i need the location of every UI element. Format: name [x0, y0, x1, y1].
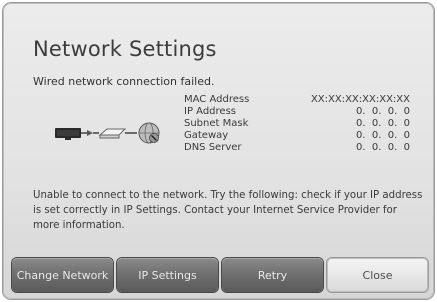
info-label: Subnet Mask: [184, 118, 249, 129]
info-label: DNS Server: [184, 142, 242, 153]
info-label: IP Address: [184, 106, 236, 117]
close-button[interactable]: Close: [327, 258, 428, 292]
dialog-title: Network Settings: [33, 37, 217, 61]
info-value: 0. 0. 0. 0: [355, 106, 410, 117]
info-label: Gateway: [184, 130, 229, 141]
info-row-ip: IP Address 0. 0. 0. 0: [184, 106, 410, 118]
info-row-gateway: Gateway 0. 0. 0. 0: [184, 130, 410, 142]
button-bar: Change Network IP Settings Retry Close: [12, 258, 428, 292]
ip-settings-button[interactable]: IP Settings: [117, 258, 218, 292]
retry-button[interactable]: Retry: [222, 258, 323, 292]
info-row-mac: MAC Address XX:XX:XX:XX:XX:XX: [184, 94, 410, 106]
router-icon: [98, 128, 127, 139]
info-label: MAC Address: [184, 94, 250, 105]
info-row-dns: DNS Server 0. 0. 0. 0: [184, 142, 410, 154]
tv-icon: [55, 128, 81, 140]
info-value: 0. 0. 0. 0: [355, 118, 410, 129]
network-settings-dialog: Network Settings Wired network connectio…: [3, 3, 434, 299]
error-message: Unable to connect to the network. Try th…: [33, 190, 423, 231]
globe-icon: [138, 122, 160, 144]
network-diagram: [55, 122, 160, 144]
change-network-button[interactable]: Change Network: [12, 258, 113, 292]
network-info-table: MAC Address XX:XX:XX:XX:XX:XX IP Address…: [184, 94, 410, 154]
info-row-subnet: Subnet Mask 0. 0. 0. 0: [184, 118, 410, 130]
info-value: 0. 0. 0. 0: [355, 142, 410, 153]
connection-status: Wired network connection failed.: [33, 75, 215, 88]
info-value: XX:XX:XX:XX:XX:XX: [310, 94, 410, 105]
info-value: 0. 0. 0. 0: [355, 130, 410, 141]
plug-icon: [81, 130, 99, 136]
